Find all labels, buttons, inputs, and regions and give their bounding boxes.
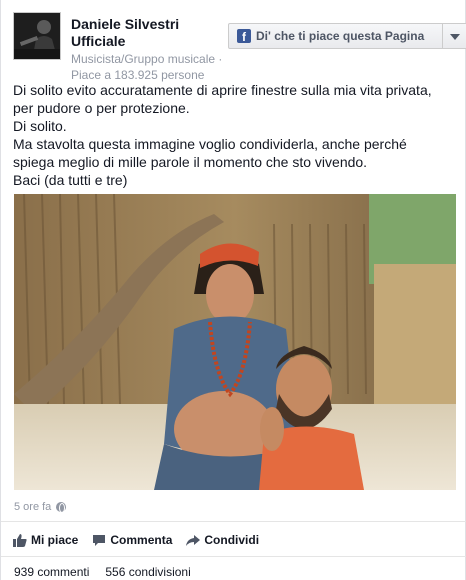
button-divider	[442, 24, 443, 48]
post-text-line: spiega meglio di mille parole il momento…	[13, 154, 368, 170]
photo-illustration	[14, 194, 456, 490]
facebook-post-card: Daniele Silvestri Ufficiale Musicista/Gr…	[0, 0, 466, 580]
post-text-line: per pudore o per protezione.	[13, 100, 190, 116]
page-likes-count: Piace a 183.925 persone	[71, 68, 205, 82]
post-message: Di solito evito accuratamente di aprire …	[13, 81, 457, 189]
comments-count[interactable]: 939 commenti	[14, 565, 89, 579]
post-text-line: Baci (da tutti e tre)	[13, 172, 128, 188]
thumbs-up-icon	[13, 534, 27, 547]
facebook-icon: f	[237, 29, 251, 43]
like-page-button[interactable]: f Di' che ti piace questa Pagina	[228, 23, 466, 49]
avatar-image	[14, 13, 60, 59]
chevron-down-icon[interactable]	[450, 34, 460, 40]
post-text-line: Ma stavolta questa immagine voglio condi…	[13, 136, 407, 152]
comment-icon	[93, 535, 106, 546]
share-button[interactable]: Condividi	[186, 533, 259, 547]
timestamp-link[interactable]: 5 ore fa	[14, 501, 51, 513]
post-stats: 939 commenti 556 condivisioni	[14, 565, 207, 579]
shares-count[interactable]: 556 condivisioni	[105, 565, 190, 579]
divider	[1, 556, 466, 557]
like-label: Mi piace	[31, 533, 79, 547]
post-header: Daniele Silvestri Ufficiale Musicista/Gr…	[13, 12, 466, 82]
page-category: Musicista/Gruppo musicale ·	[71, 52, 223, 66]
page-name-link[interactable]: Daniele Silvestri Ufficiale	[71, 16, 221, 50]
share-icon	[186, 535, 201, 546]
page-avatar[interactable]	[13, 12, 61, 60]
comment-button[interactable]: Commenta	[92, 533, 172, 547]
post-timestamp: 5 ore fa	[14, 501, 67, 513]
post-text-line: Di solito.	[13, 118, 67, 134]
divider	[1, 521, 466, 522]
share-label: Condividi	[204, 533, 260, 547]
like-page-label: Di' che ti piace questa Pagina	[256, 29, 425, 43]
post-text-line: Di solito evito accuratamente di aprire …	[13, 82, 432, 98]
globe-icon	[56, 502, 67, 513]
post-actions: Mi piace Commenta Condividi	[13, 531, 273, 549]
like-button[interactable]: Mi piace	[13, 533, 78, 547]
post-photo[interactable]	[14, 194, 456, 490]
comment-label: Commenta	[110, 533, 173, 547]
